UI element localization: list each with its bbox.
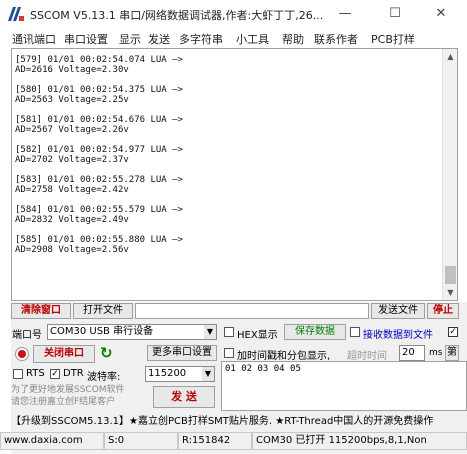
string-index-button[interactable]: 第 (445, 345, 459, 361)
file-path-field[interactable] (135, 303, 369, 319)
receive-to-file-label: 接收数据到文件 (363, 330, 433, 341)
log-entry: [583] 01/01 00:02:55.278 LUA —> AD=2758 V… (15, 175, 183, 195)
menu-display[interactable]: 显示 (119, 31, 141, 47)
receive-log: [579] 01/01 00:02:54.074 LUA —> AD=2616 V… (15, 55, 183, 265)
receive-to-file-checkbox[interactable] (350, 327, 360, 337)
receive-area[interactable]: [579] 01/01 00:02:54.074 LUA —> AD=2616 V… (11, 48, 458, 301)
received-count: R:151842 (178, 432, 252, 450)
log-entry: [581] 01/01 00:02:54.676 LUA —> AD=2567 V… (15, 115, 183, 135)
send-data-input[interactable]: 01 02 03 04 05 (221, 361, 467, 411)
menu-bar: 通讯端口 串口设置 显示 发送 多字符串 小工具 帮助 联系作者 PCB打样 (0, 28, 467, 48)
window-title: SSCOM V5.13.1 串口/网络数据调试器,作者:大虾丁丁,26... (30, 9, 324, 22)
save-data-button[interactable]: 保存数据 (284, 324, 346, 340)
baud-rate-select[interactable]: 115200 ▼ (145, 366, 215, 382)
sent-count: S:0 (104, 432, 178, 450)
scroll-down-arrow-icon[interactable]: ▼ (443, 285, 457, 300)
port-status-indicator-icon (15, 347, 29, 361)
send-file-button[interactable]: 发送文件 (371, 303, 425, 319)
menu-help[interactable]: 帮助 (282, 31, 304, 47)
registration-hint: 为了更好地发展SSCOM软件 请您注册嘉立创F结尾客户 (11, 384, 149, 410)
timestamp-checkbox[interactable] (224, 348, 234, 358)
menu-tools[interactable]: 小工具 (236, 31, 269, 47)
clear-window-button[interactable]: 清除窗口 (11, 303, 71, 319)
sscom-logo-icon (8, 7, 24, 21)
timestamp-label: 加时间戳和分包显示, (237, 351, 331, 362)
menu-contact-author[interactable]: 联系作者 (314, 31, 358, 47)
menu-multi-string[interactable]: 多字符串 (179, 31, 223, 47)
menu-comm-port[interactable]: 通讯端口 (12, 31, 56, 47)
chevron-down-icon: ▼ (202, 367, 214, 381)
title-bar: SSCOM V5.13.1 串口/网络数据调试器,作者:大虾丁丁,26... —… (0, 0, 467, 28)
log-entry: [585] 01/01 00:02:55.880 LUA —> AD=2908 V… (15, 235, 183, 255)
close-button[interactable]: ✕ (428, 4, 454, 24)
ad-ticker[interactable]: 【升级到SSCOM5.13.1】★嘉立创PCB打样SMT贴片服务. ★RT-Th… (11, 414, 467, 430)
more-port-settings-button[interactable]: 更多串口设置 (147, 345, 217, 361)
scroll-thumb[interactable] (445, 266, 456, 284)
timeout-label: 超时时间 (347, 351, 387, 362)
status-bar: www.daxia.com S:0 R:151842 COM30 已打开 115… (0, 432, 467, 450)
rts-label: RTS (26, 368, 45, 379)
website-link[interactable]: www.daxia.com (0, 432, 104, 450)
hex-display-label: HEX显示 (237, 330, 278, 341)
dtr-checkbox[interactable]: ✓ (50, 369, 60, 379)
extra-checkbox[interactable]: ✓ (448, 327, 458, 337)
close-port-button[interactable]: 关闭串口 (33, 345, 95, 363)
port-status-text: COM30 已打开 115200bps,8,1,Non (252, 432, 467, 450)
port-label: 端口号 (12, 330, 42, 341)
log-entry: [582] 01/01 00:02:54.977 LUA —> AD=2702 V… (15, 145, 183, 165)
minimize-button[interactable]: — (332, 4, 358, 24)
chevron-down-icon: ▼ (204, 325, 216, 339)
refresh-icon[interactable]: ↻ (100, 344, 113, 362)
log-entry: [579] 01/01 00:02:54.074 LUA —> AD=2616 V… (15, 55, 183, 75)
vertical-scrollbar[interactable]: ▲ ▼ (442, 49, 457, 300)
control-panel: 清除窗口 打开文件 发送文件 停止 端口号 COM30 USB 串行设备 ▼ H… (0, 302, 467, 454)
log-entry: [580] 01/01 00:02:54.375 LUA —> AD=2563 V… (15, 85, 183, 105)
open-file-button[interactable]: 打开文件 (73, 303, 133, 319)
ms-unit-label: ms (429, 348, 443, 358)
dtr-label: DTR (63, 368, 84, 379)
maximize-button[interactable]: ☐ (382, 4, 408, 24)
send-button[interactable]: 发 送 (153, 386, 215, 408)
timeout-input[interactable]: 20 (399, 345, 425, 361)
baud-rate-label: 波特率: (87, 372, 121, 383)
hint-text: 为了更好地发展SSCOM软件 请您注册嘉立创F结尾客户 (11, 385, 125, 407)
stop-button[interactable]: 停止 (427, 303, 459, 319)
log-entry: [584] 01/01 00:02:55.579 LUA —> AD=2832 V… (15, 205, 183, 225)
menu-pcb-order[interactable]: PCB打样 (371, 31, 415, 47)
menu-serial-settings[interactable]: 串口设置 (64, 31, 108, 47)
menu-send[interactable]: 发送 (148, 31, 170, 47)
scroll-up-arrow-icon[interactable]: ▲ (443, 49, 457, 64)
hex-display-checkbox[interactable] (224, 327, 234, 337)
rts-checkbox[interactable] (13, 369, 23, 379)
port-select[interactable]: COM30 USB 串行设备 ▼ (47, 324, 217, 340)
